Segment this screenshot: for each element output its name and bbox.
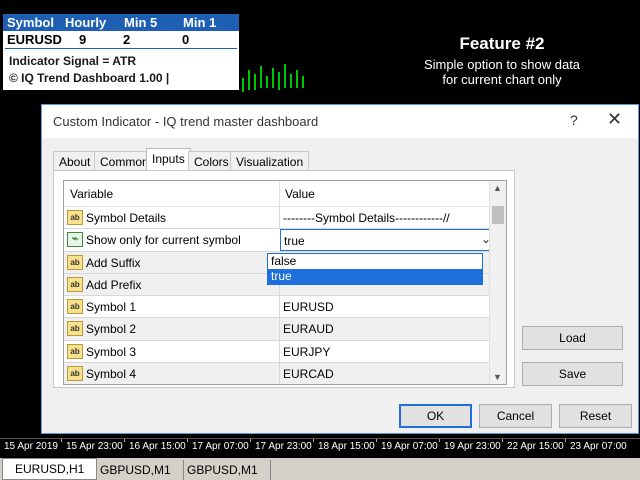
custom-indicator-dialog: Custom Indicator - IQ trend master dashb… [41, 104, 639, 434]
row-variable: Show only for current symbol [86, 233, 241, 248]
tab-visualization[interactable]: Visualization [230, 151, 310, 171]
table-row[interactable]: ab Symbol 2 EURAUD [64, 318, 506, 341]
table-row[interactable]: ab Symbol 4 EURCAD [64, 363, 506, 384]
feature-caption: Feature #2 Simple option to show data fo… [412, 34, 592, 87]
header-symbol: Symbol [7, 15, 54, 30]
chart-tab-gbpusd-m1-2[interactable]: GBPUSD,M1 [175, 460, 271, 480]
time-tick: 15 Apr 2019 [4, 441, 58, 452]
string-icon: ab [67, 366, 83, 382]
grid-header: Variable Value [64, 181, 506, 207]
time-tick: 16 Apr 15:00 [129, 441, 186, 452]
string-icon: ab [67, 343, 83, 359]
row-variable: Symbol 3 [86, 344, 137, 359]
dashboard-row: EURUSD 9 2 0 [3, 31, 239, 48]
row-value[interactable]: EURAUD [283, 322, 334, 336]
indicator-signal: Indicator Signal = ATR [9, 54, 137, 68]
time-tick: 23 Apr 07:00 [570, 441, 627, 452]
string-icon: ab [67, 276, 83, 292]
time-tick: 15 Apr 23:00 [66, 441, 123, 452]
string-icon: ab [67, 299, 83, 315]
dialog-title: Custom Indicator - IQ trend master dashb… [53, 114, 319, 129]
chart-tab-eurusd-h1[interactable]: EURUSD,H1 [2, 458, 98, 480]
close-icon[interactable]: ✕ [607, 109, 622, 130]
string-icon: ab [67, 254, 83, 270]
table-row[interactable]: ab Symbol 3 EURJPY [64, 340, 506, 364]
row-value[interactable]: --------Symbol Details------------// [283, 211, 450, 225]
dashboard-copyright: © IQ Trend Dashboard 1.00 | [9, 71, 170, 85]
row-variable: Symbol 1 [86, 300, 137, 315]
row-variable: Add Prefix [86, 277, 142, 292]
row-value[interactable]: EURCAD [283, 367, 334, 381]
time-axis: 15 Apr 2019 15 Apr 23:00 16 Apr 15:00 17… [0, 438, 640, 454]
help-icon[interactable]: ? [570, 112, 578, 128]
chart-tab-gbpusd-m1[interactable]: GBPUSD,M1 [88, 460, 184, 480]
time-tick: 19 Apr 07:00 [381, 441, 438, 452]
time-tick: 17 Apr 07:00 [192, 441, 249, 452]
row-hourly: 9 [79, 32, 87, 47]
feature-subtitle-1: Simple option to show data [423, 57, 581, 72]
time-tick: 19 Apr 23:00 [444, 441, 501, 452]
save-button[interactable]: Save [522, 362, 623, 386]
show-current-symbol-select[interactable]: true ⌄ [280, 229, 496, 252]
column-value[interactable]: Value [285, 187, 315, 201]
row-min1: 0 [182, 32, 190, 47]
dashboard-header: Symbol Hourly Min 5 Min 1 [3, 14, 239, 31]
row-min5: 2 [123, 32, 131, 47]
ok-button[interactable]: OK [399, 404, 472, 428]
dashboard-divider [5, 48, 237, 49]
row-variable: Symbol 2 [86, 322, 137, 337]
dropdown-list: false true [267, 253, 483, 285]
feature-subtitle-2: for current chart only [442, 72, 562, 87]
cancel-button[interactable]: Cancel [479, 404, 552, 428]
tab-colors[interactable]: Colors [188, 151, 235, 171]
column-variable[interactable]: Variable [70, 187, 113, 201]
header-hourly: Hourly [65, 15, 107, 30]
row-variable: Symbol 4 [86, 367, 137, 382]
feature-title: Feature #2 [459, 34, 545, 53]
header-min1: Min 1 [183, 15, 217, 30]
scroll-thumb[interactable] [492, 206, 504, 224]
vertical-scrollbar[interactable]: ▲ ▼ [489, 181, 506, 384]
option-true[interactable]: true [268, 269, 482, 284]
row-value[interactable]: EURJPY [283, 345, 330, 359]
tab-about[interactable]: About [53, 151, 97, 171]
time-tick: 18 Apr 15:00 [318, 441, 375, 452]
row-variable: Symbol Details [86, 211, 167, 225]
row-variable: Add Suffix [86, 255, 141, 270]
scroll-down-icon[interactable]: ▼ [493, 372, 502, 382]
select-value: true [284, 234, 305, 249]
row-value[interactable]: EURUSD [283, 300, 334, 314]
option-false[interactable]: false [268, 254, 482, 269]
row-symbol: EURUSD [7, 32, 62, 47]
table-row[interactable]: ⌁ Show only for current symbol true ⌄ [64, 229, 506, 252]
string-icon: ab [67, 210, 83, 225]
time-tick: 22 Apr 15:00 [507, 441, 564, 452]
table-row[interactable]: ab Symbol Details --------Symbol Details… [64, 207, 506, 230]
boolean-icon: ⌁ [67, 232, 83, 248]
string-icon: ab [67, 321, 83, 337]
table-row[interactable]: ab Symbol 1 EURUSD [64, 296, 506, 319]
scroll-up-icon[interactable]: ▲ [493, 183, 502, 193]
time-tick: 17 Apr 23:00 [255, 441, 312, 452]
candlesticks [240, 60, 320, 100]
reset-button[interactable]: Reset [559, 404, 632, 428]
chart-tabs: EURUSD,H1 GBPUSD,M1 GBPUSD,M1 [0, 458, 640, 480]
tab-inputs[interactable]: Inputs [146, 148, 191, 172]
load-button[interactable]: Load [522, 326, 623, 350]
trend-dashboard-panel: Symbol Hourly Min 5 Min 1 EURUSD 9 2 0 I… [2, 13, 240, 91]
dialog-titlebar[interactable]: Custom Indicator - IQ trend master dashb… [42, 105, 638, 138]
header-min5: Min 5 [124, 15, 158, 30]
